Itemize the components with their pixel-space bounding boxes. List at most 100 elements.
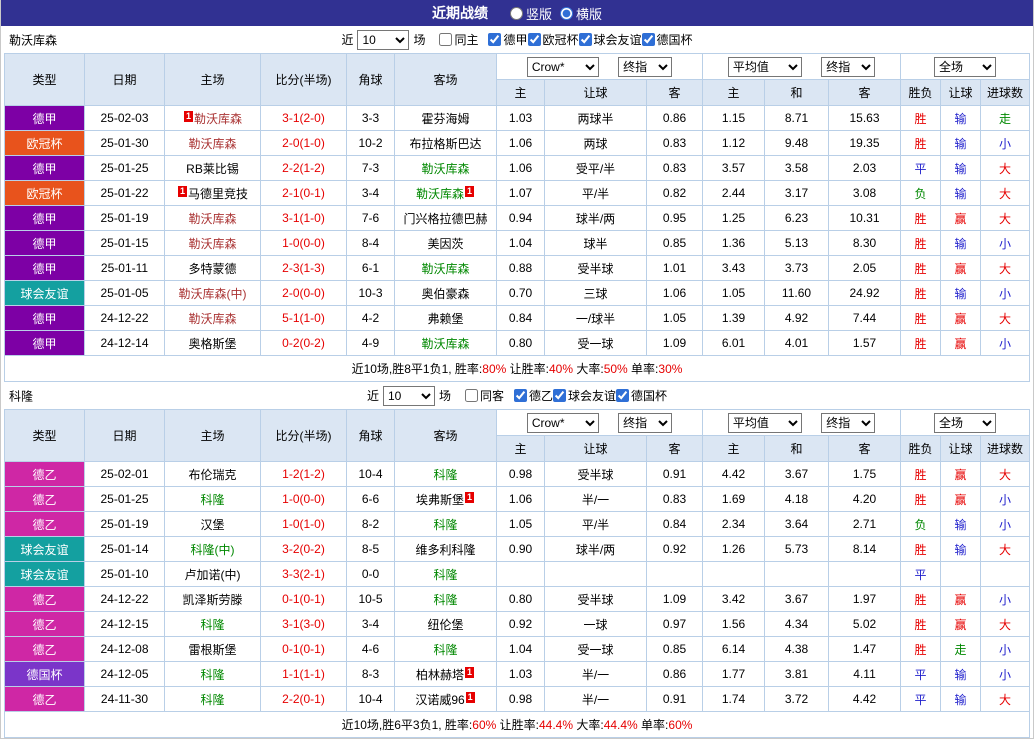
result-handicap: 赢	[941, 331, 981, 356]
team-link[interactable]: 科隆	[433, 593, 457, 607]
final-avg-select[interactable]: 终指	[821, 413, 875, 433]
team-link[interactable]: 多特蒙德	[188, 262, 236, 276]
team-link[interactable]: 勒沃库森	[188, 212, 236, 226]
team-link[interactable]: 科隆(中)	[191, 543, 235, 557]
team-link[interactable]: 柏林赫塔	[416, 668, 464, 682]
recent-count-select[interactable]: 10	[383, 386, 435, 406]
team-link[interactable]: 门兴格拉德巴赫	[403, 212, 487, 226]
team-link[interactable]: 奥格斯堡	[188, 337, 236, 351]
avg-away: 8.30	[829, 231, 901, 256]
team-link[interactable]: 卢加诺(中)	[185, 568, 241, 582]
layout-horizontal-option[interactable]: 横版	[560, 4, 602, 23]
average-odds-select[interactable]: 平均值	[728, 413, 802, 433]
team-link[interactable]: 科隆	[200, 493, 224, 507]
team-link[interactable]: 纽伦堡	[427, 618, 463, 632]
league-filter[interactable]: 德甲	[488, 31, 527, 48]
match-row: 球会友谊25-01-14科隆(中)3-2(0-2)8-5维多利科隆0.90球半/…	[5, 537, 1030, 562]
avg-home: 1.36	[703, 231, 765, 256]
layout-vertical-radio[interactable]	[510, 7, 523, 20]
team-link[interactable]: 凯泽斯劳滕	[182, 593, 242, 607]
match-rows-1: 德乙25-02-01布伦瑞克1-2(1-2)10-4科隆0.98受半球0.914…	[5, 462, 1030, 712]
league-checkbox[interactable]	[616, 389, 629, 402]
team-link[interactable]: 勒沃库森(中)	[179, 287, 247, 301]
league-checkbox[interactable]	[488, 33, 501, 46]
full-match-select[interactable]: 全场	[934, 57, 996, 77]
team-link[interactable]: 美因茨	[427, 237, 463, 251]
team-link[interactable]: 科隆	[433, 468, 457, 482]
average-odds-select[interactable]: 平均值	[728, 57, 802, 77]
league-type-badge: 德乙	[5, 487, 85, 512]
league-checkbox[interactable]	[553, 389, 566, 402]
same-venue-checkbox[interactable]	[465, 389, 478, 402]
team-link[interactable]: 勒沃库森	[194, 112, 242, 126]
team-link[interactable]: 勒沃库森	[188, 237, 236, 251]
league-checkbox[interactable]	[642, 33, 655, 46]
team-name: 勒沃库森	[9, 31, 57, 48]
avg-away: 1.57	[829, 331, 901, 356]
team-link[interactable]: 马德里竞技	[188, 187, 248, 201]
team-link[interactable]: 奥伯豪森	[421, 287, 469, 301]
final-odds-select[interactable]: 终指	[618, 57, 672, 77]
team-link[interactable]: 布拉格斯巴达	[409, 137, 481, 151]
avg-home: 1.39	[703, 306, 765, 331]
crown-odds-select[interactable]: Crow*	[527, 413, 599, 433]
col-date: 日期	[85, 54, 165, 106]
team-link[interactable]: 弗赖堡	[427, 312, 463, 326]
league-checkbox[interactable]	[528, 33, 541, 46]
team-link[interactable]: 布伦瑞克	[188, 468, 236, 482]
home-team: 科隆	[165, 662, 261, 687]
team-link[interactable]: 汉诺威96	[415, 693, 464, 707]
home-team: 多特蒙德	[165, 256, 261, 281]
league-checkbox[interactable]	[514, 389, 527, 402]
league-filter[interactable]: 德国杯	[616, 387, 667, 404]
team-link[interactable]: 勒沃库森	[421, 162, 469, 176]
home-team: 1勒沃库森	[165, 106, 261, 131]
team-link[interactable]: 科隆	[200, 618, 224, 632]
same-venue-checkbox[interactable]	[439, 33, 452, 46]
odds-away: 0.85	[647, 637, 703, 662]
team-link[interactable]: 勒沃库森	[421, 337, 469, 351]
team-link[interactable]: 埃弗斯堡	[416, 493, 464, 507]
home-team: 奥格斯堡	[165, 331, 261, 356]
red-card-badge: 1	[465, 186, 474, 197]
layout-vertical-option[interactable]: 竖版	[510, 4, 552, 23]
same-venue-filter[interactable]: 同客	[465, 387, 504, 404]
team-link[interactable]: 汉堡	[200, 518, 224, 532]
team-link[interactable]: 勒沃库森	[188, 137, 236, 151]
odds-home: 1.07	[497, 181, 545, 206]
corners: 10-4	[347, 687, 395, 712]
result-outcome: 负	[901, 512, 941, 537]
full-match-header: 全场	[901, 410, 1030, 436]
team-link[interactable]: RB莱比锡	[186, 162, 239, 176]
crown-odds-select[interactable]: Crow*	[527, 57, 599, 77]
team-link[interactable]: 勒沃库森	[416, 187, 464, 201]
league-filter[interactable]: 德乙	[514, 387, 553, 404]
layout-horizontal-radio[interactable]	[560, 7, 573, 20]
final-avg-select[interactable]: 终指	[821, 57, 875, 77]
full-match-select[interactable]: 全场	[934, 413, 996, 433]
team-link[interactable]: 科隆	[433, 568, 457, 582]
team-link[interactable]: 科隆	[433, 518, 457, 532]
avg-home: 1.15	[703, 106, 765, 131]
league-type-badge: 德甲	[5, 256, 85, 281]
league-filter[interactable]: 欧冠杯	[528, 31, 579, 48]
league-type-badge: 欧冠杯	[5, 131, 85, 156]
team-link[interactable]: 科隆	[200, 693, 224, 707]
team-link[interactable]: 维多利科隆	[415, 543, 475, 557]
same-venue-filter[interactable]: 同主	[439, 31, 478, 48]
team-link[interactable]: 雷根斯堡	[188, 643, 236, 657]
team-link[interactable]: 霍芬海姆	[421, 112, 469, 126]
team-link[interactable]: 勒沃库森	[421, 262, 469, 276]
final-odds-select[interactable]: 终指	[618, 413, 672, 433]
team-link[interactable]: 科隆	[200, 668, 224, 682]
league-filter[interactable]: 德国杯	[642, 31, 693, 48]
result-goals: 大	[981, 462, 1030, 487]
recent-count-select[interactable]: 10	[357, 30, 409, 50]
league-filter[interactable]: 球会友谊	[579, 31, 642, 48]
team-link[interactable]: 科隆	[433, 643, 457, 657]
league-checkbox[interactable]	[579, 33, 592, 46]
league-filter[interactable]: 球会友谊	[553, 387, 616, 404]
avg-home: 1.56	[703, 612, 765, 637]
away-team: 科隆	[395, 462, 497, 487]
team-link[interactable]: 勒沃库森	[188, 312, 236, 326]
